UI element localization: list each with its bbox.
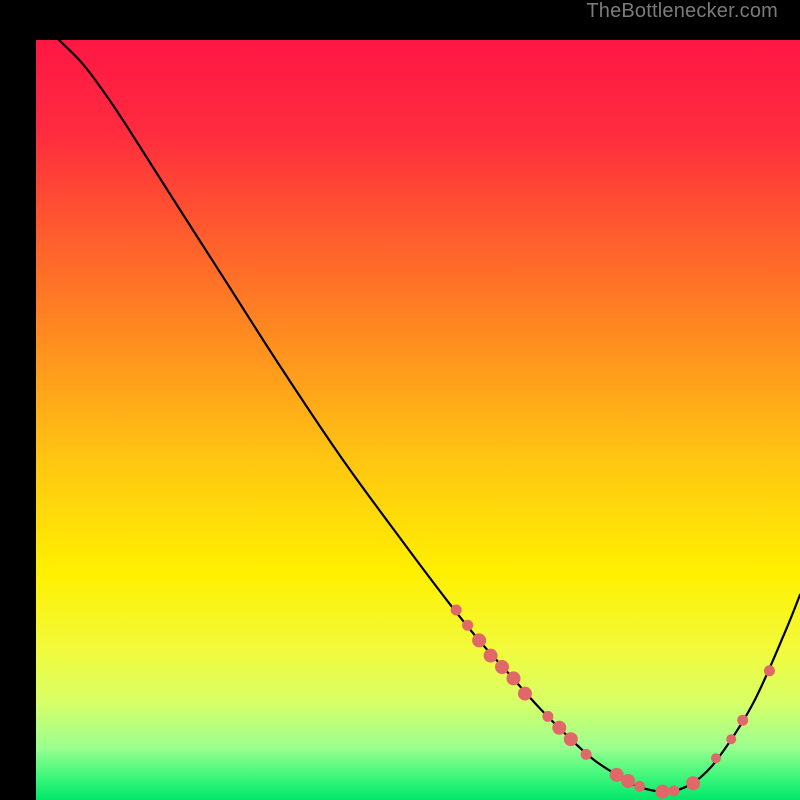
data-point bbox=[542, 711, 553, 722]
data-point bbox=[686, 776, 700, 790]
data-point bbox=[655, 785, 669, 799]
data-point bbox=[451, 605, 462, 616]
data-point bbox=[462, 620, 473, 631]
data-point bbox=[518, 687, 532, 701]
data-point bbox=[484, 649, 498, 663]
data-point bbox=[668, 785, 679, 796]
data-point bbox=[581, 749, 592, 760]
data-point bbox=[472, 633, 486, 647]
data-point bbox=[507, 671, 521, 685]
data-point bbox=[552, 721, 566, 735]
data-point bbox=[737, 715, 748, 726]
data-point bbox=[564, 732, 578, 746]
data-point bbox=[621, 774, 635, 788]
data-point bbox=[634, 781, 645, 792]
data-point bbox=[726, 734, 736, 744]
bottleneck-chart bbox=[36, 40, 800, 800]
chart-frame bbox=[18, 18, 782, 782]
chart-background bbox=[36, 40, 800, 800]
data-point bbox=[764, 665, 775, 676]
data-point bbox=[495, 660, 509, 674]
data-point bbox=[711, 753, 721, 763]
